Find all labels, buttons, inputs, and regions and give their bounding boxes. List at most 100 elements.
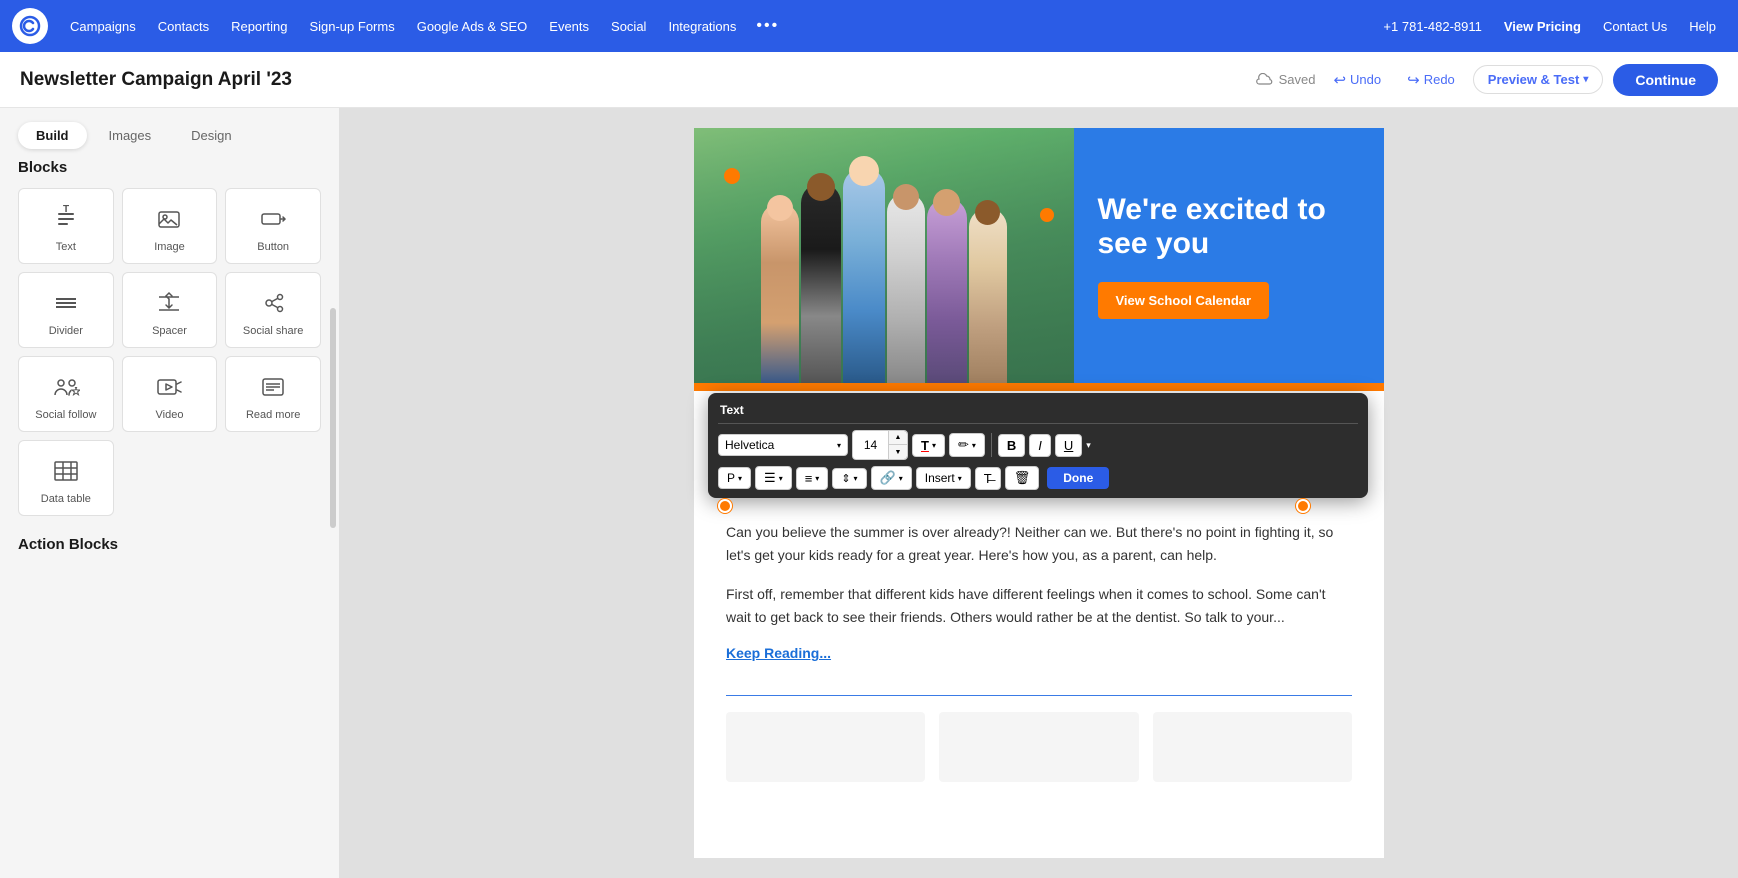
text-block-icon: T [52,205,80,233]
underline-button[interactable]: U [1055,434,1082,457]
chevron-down-icon: ▾ [932,441,936,450]
hero-cta-button[interactable]: View School Calendar [1098,282,1270,319]
italic-button[interactable]: I [1029,434,1051,457]
font-size-input[interactable] [852,430,888,460]
hero-image [694,128,1074,383]
email-body-para-1: Can you believe the summer is over alrea… [726,521,1352,567]
undo-button[interactable]: ↩ Undo [1325,67,1389,93]
block-image-label: Image [154,241,185,253]
block-divider-label: Divider [49,325,83,337]
paragraph-select[interactable]: P ▾ [718,467,751,489]
text-toolbar: Text Helvetica ▾ ▲ ▼ [708,393,1368,498]
insert-select[interactable]: Insert ▾ [916,467,971,489]
tab-build[interactable]: Build [18,122,87,149]
sidebar-scrollbar[interactable] [330,308,336,528]
continue-button[interactable]: Continue [1613,64,1718,96]
top-navigation: Campaigns Contacts Reporting Sign-up For… [0,0,1738,52]
font-size-down[interactable]: ▼ [889,445,907,459]
chevron-down-icon: ▾ [738,474,742,483]
tab-images[interactable]: Images [91,122,170,149]
preview-test-button[interactable]: Preview & Test ▾ [1473,65,1604,94]
block-spacer[interactable]: Spacer [122,272,218,348]
font-size-up[interactable]: ▲ [889,431,907,445]
hero-text-side: We're excited to see you View School Cal… [1074,128,1385,383]
block-video[interactable]: Video [122,356,218,432]
list-select[interactable]: ≡ ▾ [796,467,829,490]
align-select[interactable]: ☰ ▾ [755,466,792,490]
nav-help[interactable]: Help [1679,13,1726,40]
block-image[interactable]: Image [122,188,218,264]
nav-integrations[interactable]: Integrations [658,13,746,40]
nav-phone: +1 781-482-8911 [1373,19,1491,34]
nav-events[interactable]: Events [539,13,599,40]
nav-google-ads-seo[interactable]: Google Ads & SEO [407,13,538,40]
font-family-select[interactable]: Helvetica ▾ [718,434,848,456]
blocks-section: Blocks T Text [0,159,339,553]
toolbar-row-2: P ▾ ☰ ▾ ≡ ▾ ⇕ ▾ [718,466,1358,490]
block-divider[interactable]: Divider [18,272,114,348]
text-block[interactable]: Text Helvetica ▾ ▲ ▼ [694,391,1384,806]
nav-contacts[interactable]: Contacts [148,13,219,40]
email-body-text[interactable]: Can you believe the summer is over alrea… [694,501,1384,679]
redo-button[interactable]: ↪ Redo [1399,67,1463,93]
keep-reading-link[interactable]: Keep Reading... [726,645,831,661]
video-block-icon [155,373,183,401]
logo[interactable] [12,8,48,44]
bottom-card-2 [939,712,1138,782]
email-canvas: We're excited to see you View School Cal… [694,128,1384,858]
bold-button[interactable]: B [998,434,1025,457]
chevron-down-icon: ▾ [854,474,858,483]
spacing-select[interactable]: ⇕ ▾ [832,468,866,489]
nav-reporting[interactable]: Reporting [221,13,297,40]
selection-handle-left [718,499,732,513]
tab-design[interactable]: Design [173,122,249,149]
block-text[interactable]: T Text [18,188,114,264]
font-size-control: ▲ ▼ [852,430,908,460]
block-button[interactable]: Button [225,188,321,264]
action-blocks-title: Action Blocks [18,536,321,553]
svg-text:T: T [63,205,69,215]
block-social-follow[interactable]: Social follow [18,356,114,432]
divider-block-icon [52,289,80,317]
done-button[interactable]: Done [1047,467,1109,489]
toolbar-separator-1 [991,433,992,457]
left-sidebar: Build Images Design Blocks T Text [0,108,340,878]
nav-contact-us[interactable]: Contact Us [1593,13,1677,40]
block-data-table[interactable]: Data table [18,440,114,516]
cloud-icon [1256,73,1274,87]
redo-icon: ↪ [1407,71,1420,89]
data-table-icon [52,457,80,485]
bottom-card-3 [1153,712,1352,782]
secondary-bar: Newsletter Campaign April '23 Saved ↩ Un… [0,52,1738,108]
blocks-grid: T Text Image [18,188,321,432]
nav-signup-forms[interactable]: Sign-up Forms [299,13,404,40]
link-select[interactable]: 🔗 ▾ [871,466,912,490]
read-more-icon [259,373,287,401]
chevron-down-icon: ▾ [1086,440,1091,451]
right-content: We're excited to see you View School Cal… [340,108,1738,878]
social-share-icon [259,289,287,317]
pen-tool-btn[interactable]: ✏ ▾ [949,433,985,457]
chevron-down-icon: ▾ [1583,74,1588,85]
nav-more-icon[interactable]: ••• [748,11,787,41]
saved-indicator: Saved [1256,72,1316,87]
nav-view-pricing[interactable]: View Pricing [1494,13,1591,40]
block-social-share[interactable]: Social share [225,272,321,348]
toolbar-title-row: Text [718,401,1358,424]
block-read-more[interactable]: Read more [225,356,321,432]
button-block-icon [259,205,287,233]
toolbar-row-1: Helvetica ▾ ▲ ▼ T ▾ [718,430,1358,460]
nav-social[interactable]: Social [601,13,656,40]
delete-block-button[interactable]: 🗑 [1005,466,1040,490]
block-social-share-label: Social share [243,325,304,337]
sidebar-tabs: Build Images Design [0,108,339,159]
block-text-label: Text [56,241,76,253]
chevron-down-icon: ▾ [972,441,976,450]
clear-formatting-button[interactable]: T̶ [975,467,1001,490]
bottom-cards-row [694,712,1384,806]
block-read-more-label: Read more [246,409,300,421]
block-video-label: Video [156,409,184,421]
selection-handle-right [1296,499,1310,513]
nav-campaigns[interactable]: Campaigns [60,13,146,40]
text-color-btn[interactable]: T ▾ [912,434,945,457]
